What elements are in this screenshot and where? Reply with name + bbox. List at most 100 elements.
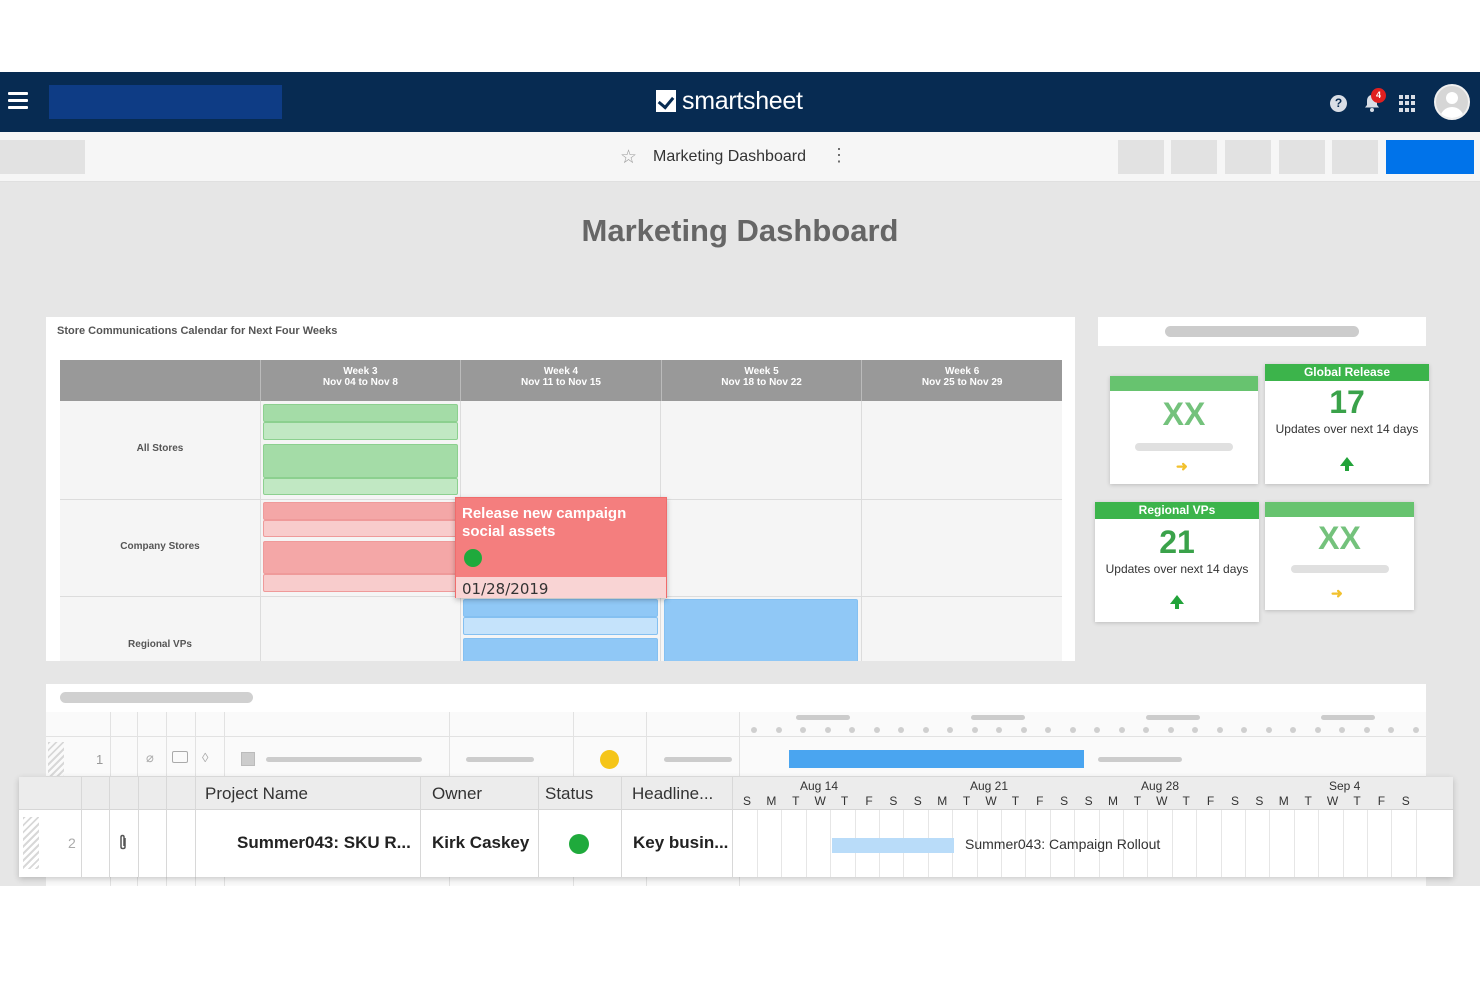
metric-value: XX: [1162, 396, 1206, 432]
status-indicator[interactable]: [569, 834, 589, 854]
metric-card[interactable]: XX ➜: [1110, 376, 1258, 484]
gantt-week-label: Aug 28: [1141, 779, 1180, 793]
gantt-day-letter: T: [1304, 794, 1312, 808]
gantt-bar[interactable]: [789, 750, 1084, 768]
notification-badge: 4: [1371, 88, 1386, 103]
metric-card-global-release[interactable]: Global Release 17 Updates over next 14 d…: [1265, 364, 1429, 484]
metric-card-regional-vps[interactable]: Regional VPs 21 Updates over next 14 day…: [1095, 502, 1259, 622]
gantt-day-marker: [800, 727, 806, 733]
gantt-bar-label: Summer043: Campaign Rollout: [965, 836, 1161, 852]
calendar-event[interactable]: [263, 444, 458, 478]
gantt-day-letter: T: [1353, 794, 1361, 808]
metric-card-header: [1110, 376, 1258, 391]
hamburger-menu-icon[interactable]: [8, 92, 28, 110]
metric-card-header: Global Release: [1265, 364, 1429, 381]
event-title: Release new campaign social assets: [462, 505, 627, 540]
calendar-header: Week 3 Nov 04 to Nov 8 Week 4 Nov 11 to No…: [60, 360, 1062, 401]
metric-card-header: Regional VPs: [1095, 502, 1259, 519]
gantt-day-letter: F: [1036, 794, 1044, 808]
share-button[interactable]: [1386, 140, 1474, 174]
calendar-event[interactable]: [263, 541, 458, 574]
metric-card[interactable]: XX ➜: [1265, 502, 1414, 610]
gantt-day-marker: [1339, 727, 1345, 733]
toolbar-button-2[interactable]: [1171, 140, 1217, 174]
column-header-headline[interactable]: Headline...: [622, 777, 713, 810]
smartsheet-logo[interactable]: smartsheet: [656, 86, 803, 116]
placeholder-bar: [60, 692, 253, 703]
attachment-icon[interactable]: [117, 834, 129, 852]
calendar-week-header: Week 5 Nov 18 to Nov 22: [662, 360, 863, 401]
toolbar-button-3[interactable]: [1225, 140, 1271, 174]
gantt-day-letter: F: [1206, 794, 1215, 808]
calendar-event[interactable]: [263, 478, 458, 495]
gantt-day-letter: T: [792, 794, 800, 808]
gantt-day-letter: S: [1084, 794, 1093, 808]
owner-cell[interactable]: Kirk Caskey: [432, 833, 529, 853]
comment-icon[interactable]: [172, 751, 188, 763]
event-detail-card[interactable]: Release new campaign social assets 01/28…: [455, 497, 667, 598]
calendar-week-header: Week 3 Nov 04 to Nov 8: [261, 360, 462, 401]
search-bar[interactable]: [49, 85, 282, 119]
calendar-widget: Store Communications Calendar for Next F…: [46, 317, 1075, 661]
gantt-day-marker: [1020, 727, 1027, 733]
calendar-event[interactable]: [263, 574, 458, 592]
gantt-day-letter: S: [913, 794, 922, 808]
calendar-event[interactable]: [463, 599, 658, 617]
gantt-day-marker: [1412, 727, 1419, 733]
toolbar-button-4[interactable]: [1279, 140, 1325, 174]
headline-cell[interactable]: Key busin...: [633, 833, 728, 853]
gantt-day-letter: S: [1401, 794, 1410, 808]
attachment-icon[interactable]: ⌀: [146, 750, 154, 766]
column-header-status[interactable]: Status: [535, 777, 593, 810]
gantt-day-marker: [1290, 727, 1296, 733]
user-avatar[interactable]: [1434, 84, 1470, 120]
top-navigation-bar: smartsheet ? 4: [0, 72, 1480, 132]
gantt-week-label: Aug 14: [800, 779, 839, 793]
project-name-cell[interactable]: Summer043: SKU R...: [237, 833, 411, 853]
metric-value: 21: [1159, 524, 1195, 560]
gantt-day-marker: [1118, 727, 1125, 733]
gantt-day-letter: S: [1230, 794, 1239, 808]
gantt-day-marker: [922, 727, 929, 733]
gantt-day-marker: [1265, 727, 1272, 733]
apps-grid-icon[interactable]: [1399, 95, 1416, 112]
reminder-bell-icon[interactable]: ◊: [202, 750, 208, 765]
row-label-all-stores: All Stores: [136, 443, 184, 454]
back-button[interactable]: [0, 140, 85, 174]
calendar-event[interactable]: [463, 617, 658, 635]
trend-up-arrow-icon: [1340, 457, 1354, 471]
status-indicator: [464, 549, 482, 567]
gantt-bar[interactable]: [832, 838, 954, 853]
row-label-regional-vps: Regional VPs: [128, 639, 192, 650]
gantt-day-letter: M: [1108, 794, 1118, 808]
toolbar-button-1[interactable]: [1118, 140, 1164, 174]
metric-subtitle: Updates over next 14 days: [1275, 422, 1419, 436]
toolbar-button-5[interactable]: [1332, 140, 1378, 174]
sheet-column-headers: Project Name Owner Status Headline... Au…: [19, 777, 1453, 810]
row-drag-handle[interactable]: [23, 817, 39, 869]
calendar-event[interactable]: [263, 520, 458, 537]
calendar-event[interactable]: [263, 502, 458, 520]
gantt-day-letter: M: [1278, 794, 1289, 808]
gantt-day-marker: [1241, 727, 1247, 733]
gantt-day-letter: W: [985, 794, 997, 808]
calendar-event[interactable]: [463, 638, 658, 661]
trend-up-arrow-icon: [1170, 595, 1184, 609]
calendar-event[interactable]: [263, 422, 458, 440]
form-icon[interactable]: [241, 752, 255, 766]
help-icon[interactable]: ?: [1330, 95, 1347, 112]
calendar-event[interactable]: [664, 599, 858, 661]
calendar-week-header: Week 6 Nov 25 to Nov 29: [921, 366, 1003, 388]
calendar-event[interactable]: [263, 404, 458, 422]
metric-card-header: [1265, 502, 1414, 517]
more-options-icon[interactable]: ⋮: [830, 145, 848, 166]
gantt-day-letter: T: [962, 794, 971, 808]
gantt-day-marker: [751, 727, 757, 733]
column-header-owner[interactable]: Owner: [422, 777, 482, 810]
logo-check-icon: [656, 90, 676, 112]
sheet-title: Marketing Dashboard: [653, 148, 806, 165]
gantt-day-letter: T: [1182, 794, 1190, 808]
column-header-project-name[interactable]: Project Name: [195, 777, 308, 810]
favorite-star-icon[interactable]: ☆: [620, 146, 637, 169]
gantt-day-marker: [1069, 727, 1076, 733]
